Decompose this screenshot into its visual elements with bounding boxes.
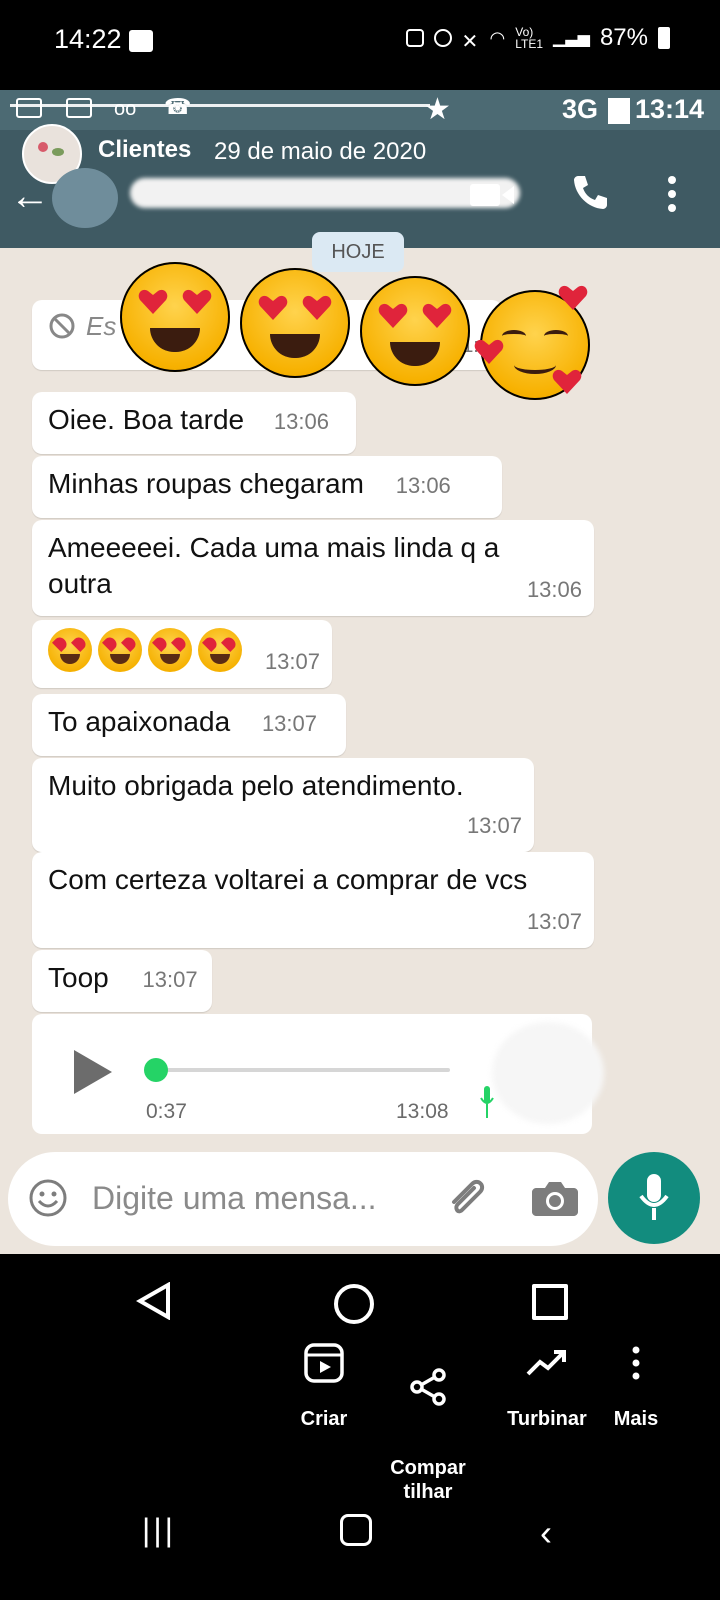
inner-clock: 13:14 — [634, 94, 704, 124]
lock-notification-icon — [405, 29, 424, 47]
message-time: 13:07 — [261, 711, 317, 736]
camera-icon[interactable] — [530, 1178, 580, 1218]
nav-home-icon[interactable] — [334, 1284, 374, 1324]
message-time: 13:06 — [526, 577, 582, 602]
message-notification-icon — [16, 98, 42, 118]
inner-status-bar: oo ☎ ★ 3G 13:14 — [0, 90, 720, 130]
voice-duration: 0:37 — [146, 1100, 187, 1123]
message-text: Com certeza voltarei a comprar de vcs — [48, 864, 528, 895]
toolbar-label: Mais — [613, 1408, 659, 1430]
alarm-icon — [433, 29, 452, 47]
message-text: Minhas roupas chegaram — [48, 468, 364, 499]
trend-icon — [526, 1350, 566, 1376]
message-time: 13:07 — [466, 813, 522, 838]
message-bubble[interactable]: 13:07 — [32, 620, 332, 688]
status-icons: ✕ ◠ Vo) LTE1 ▁▃▅ 87% — [405, 24, 670, 53]
heart-eyes-emoji — [240, 268, 350, 378]
message-time: 13:06 — [395, 473, 451, 498]
message-time: 13:07 — [264, 649, 320, 674]
inner-battery-icon — [608, 98, 630, 124]
message-bubble[interactable]: To apaixonada 13:07 — [32, 694, 346, 756]
battery-text: 87% — [599, 24, 648, 51]
message-bubble[interactable]: Com certeza voltarei a comprar de vcs 13… — [32, 852, 594, 948]
nav-recents-icon[interactable] — [532, 1284, 568, 1320]
volte-icon: Vo) LTE1 — [515, 25, 544, 51]
more-vertical-icon[interactable] — [666, 174, 678, 214]
date-chip: HOJE — [312, 232, 404, 272]
audio-seek-handle[interactable] — [144, 1058, 168, 1082]
toolbar-label: Criar — [300, 1408, 348, 1430]
attach-icon[interactable] — [444, 1176, 490, 1222]
heart-eyes-emoji — [48, 628, 92, 672]
status-bar: 14:22 ✕ ◠ Vo) LTE1 ▁▃▅ 87% — [0, 0, 720, 86]
battery-icon — [658, 27, 670, 49]
redacted-sender-avatar — [492, 1022, 604, 1124]
video-call-icon[interactable] — [470, 182, 516, 208]
wifi-icon: ◠ — [489, 27, 506, 48]
message-time: 13:06 — [273, 409, 329, 434]
smiling-hearts-emoji — [474, 285, 590, 400]
redacted-contact-name — [130, 178, 520, 208]
message-input[interactable]: Digite uma mensa... — [92, 1180, 377, 1217]
message-bubble[interactable]: Muito obrigada pelo atendimento. 13:07 — [32, 758, 534, 852]
voice-time: 13:08 — [396, 1100, 449, 1123]
sys-home-icon[interactable] — [340, 1514, 372, 1546]
group-title: Clientes — [98, 136, 192, 163]
voicemail-icon: oo — [114, 98, 137, 120]
deleted-message-text: Es — [86, 311, 117, 341]
message-text: Ameeeeei. Cada uma mais linda q a outra — [48, 532, 500, 599]
star-icon: ★ — [424, 93, 451, 126]
emoji-icon[interactable] — [28, 1178, 68, 1218]
microphone-icon — [639, 1174, 669, 1220]
message-time: 13:07 — [142, 967, 198, 992]
microphone-icon — [480, 1086, 494, 1118]
clock: 14:22 — [54, 24, 122, 54]
mute-icon: ✕ — [461, 31, 479, 53]
message-bubble[interactable]: Ameeeeei. Cada uma mais linda q a outra … — [32, 520, 594, 616]
missed-call-icon: ☎ — [164, 94, 192, 119]
share-icon — [410, 1368, 446, 1406]
back-arrow-icon[interactable]: ← — [10, 176, 50, 216]
reel-icon — [304, 1343, 344, 1383]
gallery-notification-icon — [129, 30, 153, 52]
message-text: To apaixonada — [48, 706, 231, 737]
signal-icon: ▁▃▅ — [553, 30, 590, 47]
sys-back-icon[interactable]: ‹ — [540, 1512, 552, 1554]
message-bubble[interactable]: Toop 13:07 — [32, 950, 212, 1012]
toolbar-create[interactable]: Criar — [282, 1340, 366, 1431]
message-text: Toop — [48, 962, 109, 993]
contact-avatar[interactable] — [52, 168, 118, 228]
voice-call-icon[interactable] — [570, 172, 610, 212]
toolbar-more[interactable]: Mais — [606, 1340, 666, 1431]
message-text: Muito obrigada pelo atendimento. — [48, 770, 464, 801]
toolbar-share[interactable]: Compar tilhar — [382, 1340, 474, 1528]
post-date: 29 de maio de 2020 — [214, 138, 427, 165]
toolbar-boost[interactable]: Turbinar — [494, 1340, 600, 1431]
network-type: 3G — [561, 94, 598, 124]
voice-record-button[interactable] — [608, 1152, 700, 1244]
heart-eyes-emoji — [360, 276, 470, 386]
play-icon[interactable] — [74, 1050, 112, 1094]
heart-eyes-emoji — [198, 628, 242, 672]
message-text: Oiee. Boa tarde — [48, 404, 245, 435]
blocked-icon — [49, 313, 75, 339]
message-bubble[interactable]: Minhas roupas chegaram 13:06 — [32, 456, 502, 518]
more-vertical-icon — [632, 1346, 640, 1380]
nav-back-icon[interactable] — [136, 1282, 172, 1320]
message-bubble[interactable]: Oiee. Boa tarde 13:06 — [32, 392, 356, 454]
heart-eyes-emoji — [148, 628, 192, 672]
toolbar-label: Compar tilhar — [390, 1457, 466, 1503]
message-time: 13:07 — [526, 909, 582, 934]
sys-recents-icon[interactable]: ||| — [142, 1512, 176, 1549]
audio-progress-track[interactable] — [150, 1068, 450, 1072]
heart-eyes-emoji — [120, 262, 230, 372]
toolbar-label: Turbinar — [507, 1408, 587, 1430]
image-notification-icon — [66, 98, 92, 118]
heart-eyes-emoji — [98, 628, 142, 672]
